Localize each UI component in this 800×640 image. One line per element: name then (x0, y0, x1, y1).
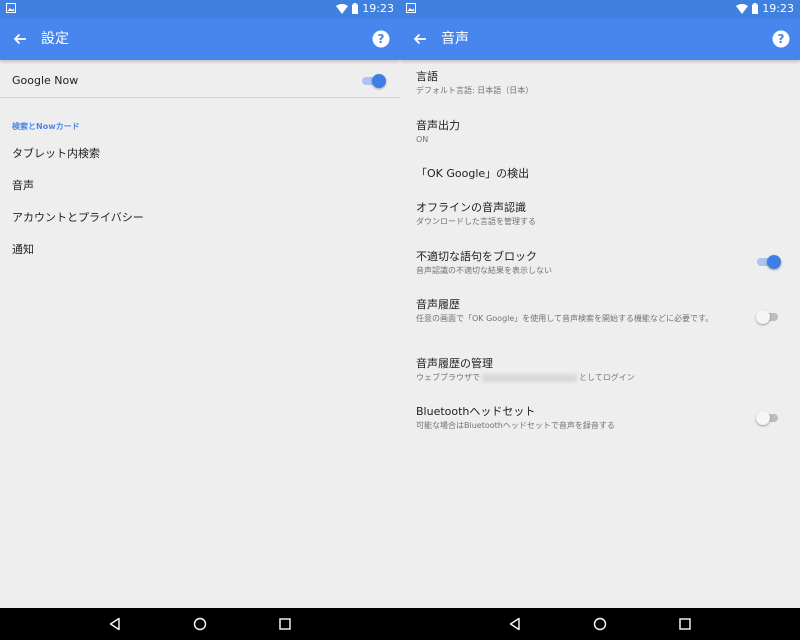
wifi-icon (336, 3, 349, 14)
bluetooth-headset-toggle[interactable] (756, 411, 780, 425)
setting-subtitle: 音声認識の不適切な結果を表示しない (416, 266, 552, 275)
nav-back-icon[interactable] (108, 617, 122, 631)
status-time: 19:23 (362, 2, 394, 15)
nav-back-icon[interactable] (508, 617, 522, 631)
voice-settings-pane: 19:23 音声 ? 言語 デフォルト言語: 日本語（日本） 音声出力 ON 「… (400, 0, 800, 608)
setting-subtitle: ダウンロードした言語を管理する (416, 217, 536, 226)
page-title: 設定 (41, 31, 69, 47)
svg-text:?: ? (378, 32, 385, 46)
help-icon[interactable]: ? (372, 30, 390, 48)
setting-title: 「OK Google」の検出 (416, 167, 530, 180)
setting-speech-output[interactable]: 音声出力 ON (416, 119, 790, 145)
nav-recents-icon[interactable] (678, 617, 692, 631)
status-bar: 19:23 (400, 0, 800, 18)
setting-title: 音声履歴 (416, 298, 460, 311)
setting-subtitle: ON (416, 135, 429, 144)
voice-settings-list: 言語 デフォルト言語: 日本語（日本） 音声出力 ON 「OK Google」の… (400, 60, 800, 608)
section-header: 検索とNowカード (12, 122, 80, 131)
setting-bluetooth-headset[interactable]: Bluetoothヘッドセット 可能な場合はBluetoothヘッドセットで音声… (416, 405, 740, 431)
status-bar: 19:23 (0, 0, 400, 18)
app-bar: 設定 ? (0, 18, 400, 60)
status-time: 19:23 (762, 2, 794, 15)
setting-title: オフラインの音声認識 (416, 201, 526, 214)
redacted-account (482, 373, 577, 382)
subtitle-suffix: としてログイン (579, 373, 635, 382)
app-bar: 音声 ? (400, 18, 800, 60)
nav-home-icon[interactable] (593, 617, 607, 631)
menu-item-voice[interactable]: 音声 (12, 177, 34, 193)
navigation-bar (0, 608, 800, 640)
settings-pane: 19:23 設定 ? Google Now 検索とNowカード タブレット内検索… (0, 0, 400, 608)
back-arrow-icon[interactable] (10, 29, 30, 49)
setting-block-offensive[interactable]: 不適切な語句をブロック 音声認識の不適切な結果を表示しない (416, 250, 790, 276)
wifi-icon (736, 3, 749, 14)
voice-history-toggle[interactable] (756, 310, 780, 324)
help-icon[interactable]: ? (772, 30, 790, 48)
block-offensive-toggle[interactable] (757, 255, 781, 269)
battery-icon (352, 3, 359, 14)
menu-item-tablet-search[interactable]: タブレット内検索 (12, 145, 100, 161)
setting-subtitle: 可能な場合はBluetoothヘッドセットで音声を録音する (416, 421, 615, 430)
settings-list: Google Now 検索とNowカード タブレット内検索 音声 アカウントとプ… (0, 60, 400, 608)
image-notification-icon (406, 3, 416, 13)
setting-language[interactable]: 言語 デフォルト言語: 日本語（日本） (416, 70, 790, 96)
setting-subtitle: 任意の画面で「OK Google」を使用して音声検索を開始する機能などに必要です… (416, 314, 714, 323)
setting-manage-voice-history[interactable]: 音声履歴の管理 ウェブブラウザで としてログイン (416, 357, 790, 383)
setting-title: 言語 (416, 70, 438, 83)
google-now-toggle[interactable] (362, 74, 386, 88)
nav-home-icon[interactable] (193, 617, 207, 631)
google-now-row[interactable]: Google Now (0, 60, 400, 98)
setting-offline-recognition[interactable]: オフラインの音声認識 ダウンロードした言語を管理する (416, 201, 790, 227)
setting-title: Bluetoothヘッドセット (416, 405, 536, 418)
svg-text:?: ? (778, 32, 785, 46)
setting-voice-history[interactable]: 音声履歴 任意の画面で「OK Google」を使用して音声検索を開始する機能など… (416, 298, 740, 324)
google-now-label: Google Now (12, 74, 79, 87)
menu-item-account-privacy[interactable]: アカウントとプライバシー (12, 209, 144, 225)
subtitle-prefix: ウェブブラウザで (416, 373, 480, 382)
setting-title: 音声出力 (416, 119, 460, 132)
setting-subtitle: デフォルト言語: 日本語（日本） (416, 86, 534, 95)
back-arrow-icon[interactable] (410, 29, 430, 49)
image-notification-icon (6, 3, 16, 13)
setting-ok-google-detection[interactable]: 「OK Google」の検出 (416, 167, 790, 181)
setting-title: 不適切な語句をブロック (416, 250, 537, 263)
page-title: 音声 (441, 31, 469, 47)
nav-recents-icon[interactable] (278, 617, 292, 631)
battery-icon (752, 3, 759, 14)
setting-subtitle: ウェブブラウザで としてログイン (416, 372, 790, 383)
menu-item-notifications[interactable]: 通知 (12, 241, 34, 257)
setting-title: 音声履歴の管理 (416, 357, 493, 370)
